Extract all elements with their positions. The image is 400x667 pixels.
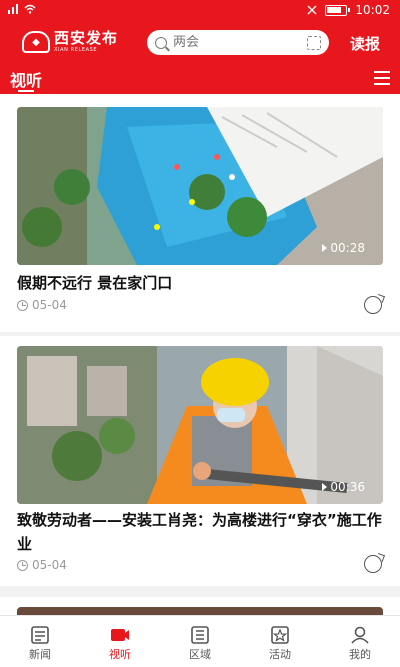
feed-card[interactable] bbox=[0, 597, 400, 615]
video-duration: 00:28 bbox=[322, 241, 365, 255]
menu-icon[interactable] bbox=[374, 71, 390, 85]
tab-video[interactable]: 视听 bbox=[10, 67, 42, 91]
tab-indicator bbox=[18, 90, 34, 92]
nav-region[interactable]: 区域 bbox=[160, 616, 240, 667]
nav-profile[interactable]: 我的 bbox=[320, 616, 400, 667]
news-icon bbox=[31, 626, 49, 644]
video-feed[interactable]: 00:28 假期不远行 景在家门口 05-04 00:36 致敬劳动者——安装工… bbox=[0, 94, 400, 615]
status-left bbox=[8, 4, 36, 14]
video-meta: 05-04 bbox=[17, 298, 67, 312]
video-thumbnail[interactable]: 00:28 bbox=[17, 107, 383, 265]
video-duration: 00:36 bbox=[322, 480, 365, 494]
read-paper-button[interactable]: 读报 bbox=[350, 33, 380, 54]
nav-label: 活动 bbox=[269, 648, 291, 661]
video-icon bbox=[111, 629, 129, 641]
bottom-nav: 新闻 视听 区域 活动 我的 bbox=[0, 615, 400, 667]
status-bar: 10:02 bbox=[0, 0, 400, 22]
feed-card[interactable]: 00:36 致敬劳动者——安装工肖尧：为高楼进行“穿衣”施工作业 05-04 bbox=[0, 336, 400, 586]
channel-tab-row: 视听 bbox=[0, 62, 400, 94]
vibrate-icon bbox=[307, 5, 317, 15]
status-time: 10:02 bbox=[355, 3, 390, 17]
clock-icon bbox=[17, 559, 28, 571]
search-icon bbox=[155, 36, 167, 49]
status-right: 10:02 bbox=[307, 3, 390, 17]
video-meta: 05-04 bbox=[17, 558, 67, 572]
nav-video[interactable]: 视听 bbox=[80, 616, 160, 667]
nav-label: 区域 bbox=[189, 648, 211, 661]
app-header: ◆ 西安发布 XIAN RELEASE 读报 bbox=[0, 22, 400, 62]
logo-text: 西安发布 XIAN RELEASE bbox=[54, 31, 118, 53]
profile-icon bbox=[351, 626, 369, 644]
video-thumbnail[interactable]: 00:36 bbox=[17, 346, 383, 504]
share-icon[interactable] bbox=[364, 296, 382, 314]
battery-icon bbox=[325, 4, 351, 16]
logo-mark-icon: ◆ bbox=[22, 31, 50, 53]
nav-label: 我的 bbox=[349, 648, 371, 661]
clock-icon bbox=[17, 299, 28, 311]
scan-icon[interactable] bbox=[307, 35, 321, 50]
search-box[interactable] bbox=[147, 30, 329, 55]
nav-news[interactable]: 新闻 bbox=[0, 616, 80, 667]
app-logo[interactable]: ◆ 西安发布 XIAN RELEASE bbox=[22, 29, 130, 55]
share-icon[interactable] bbox=[364, 555, 382, 573]
publish-date: 05-04 bbox=[32, 558, 67, 572]
activity-icon bbox=[271, 626, 289, 644]
region-icon bbox=[191, 626, 209, 644]
logo-en: XIAN RELEASE bbox=[54, 47, 98, 53]
publish-date: 05-04 bbox=[32, 298, 67, 312]
video-title[interactable]: 假期不远行 景在家门口 bbox=[17, 271, 383, 295]
logo-cn: 西安发布 bbox=[54, 29, 119, 47]
nav-activity[interactable]: 活动 bbox=[240, 616, 320, 667]
wifi-icon bbox=[24, 4, 36, 14]
signal-icon bbox=[8, 4, 18, 14]
search-input[interactable] bbox=[173, 35, 283, 50]
nav-label: 新闻 bbox=[29, 648, 51, 661]
feed-card[interactable]: 00:28 假期不远行 景在家门口 05-04 bbox=[0, 94, 400, 332]
video-thumbnail[interactable] bbox=[17, 607, 383, 615]
video-title[interactable]: 致敬劳动者——安装工肖尧：为高楼进行“穿衣”施工作业 bbox=[17, 508, 383, 556]
nav-label: 视听 bbox=[109, 648, 131, 661]
